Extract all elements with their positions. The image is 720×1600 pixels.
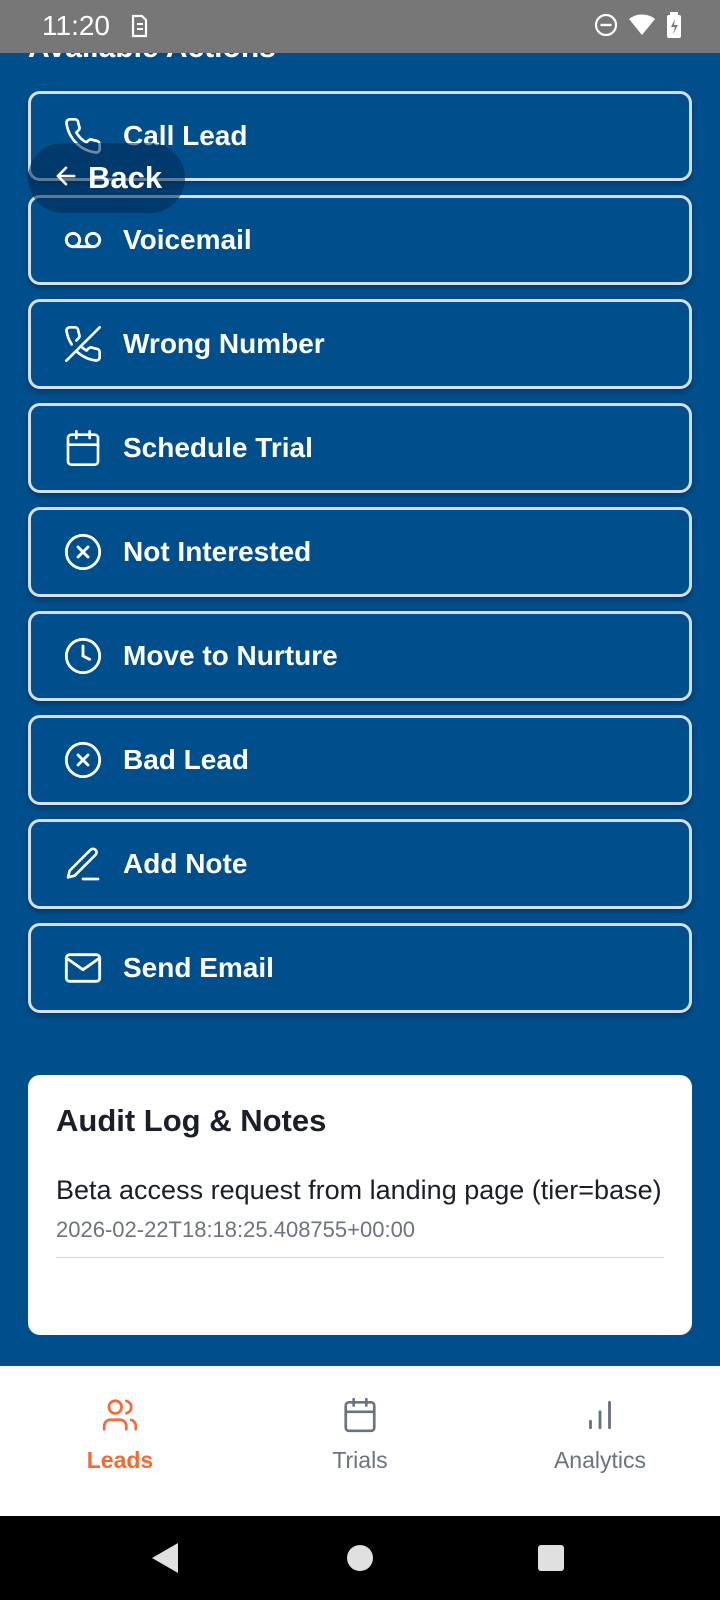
back-label: Back bbox=[88, 160, 163, 195]
back-button[interactable]: Back bbox=[28, 143, 185, 213]
send-email-button[interactable]: Send Email bbox=[28, 923, 692, 1013]
back-triangle-icon[interactable] bbox=[152, 1543, 178, 1573]
phone-off-icon bbox=[61, 322, 105, 366]
status-bar: 11:20 bbox=[0, 0, 720, 53]
schedule-trial-button[interactable]: Schedule Trial bbox=[28, 403, 692, 493]
bad-lead-button[interactable]: Bad Lead bbox=[28, 715, 692, 805]
section-title: Available Actions bbox=[28, 53, 276, 65]
divider bbox=[56, 1257, 664, 1258]
sim-icon bbox=[128, 13, 150, 39]
action-label: Add Note bbox=[123, 848, 248, 879]
home-circle-icon[interactable] bbox=[347, 1545, 373, 1571]
calendar-icon bbox=[61, 426, 105, 470]
add-note-button[interactable]: Add Note bbox=[28, 819, 692, 909]
status-icons bbox=[594, 12, 682, 43]
action-label: Move to Nurture bbox=[123, 640, 338, 671]
action-label: Bad Lead bbox=[123, 744, 250, 775]
bottom-nav: Leads Trials Analytics bbox=[0, 1366, 720, 1516]
dnd-icon bbox=[594, 13, 618, 42]
nav-label: Trials bbox=[332, 1447, 388, 1473]
nav-label: Leads bbox=[86, 1447, 154, 1473]
action-label: Voicemail bbox=[123, 224, 252, 255]
arrow-left-icon bbox=[52, 162, 80, 195]
nav-label: Analytics bbox=[553, 1447, 647, 1473]
calendar-icon bbox=[341, 1396, 379, 1439]
bar-chart-icon bbox=[581, 1396, 619, 1439]
battery-icon bbox=[666, 12, 682, 43]
audit-entry-note: Beta access request from landing page (t… bbox=[56, 1175, 662, 1205]
wifi-icon bbox=[628, 13, 656, 42]
voicemail-icon bbox=[61, 218, 105, 262]
status-time: 11:20 bbox=[42, 10, 110, 41]
action-label: Send Email bbox=[123, 952, 274, 983]
pencil-icon bbox=[61, 842, 105, 886]
recents-square-icon[interactable] bbox=[538, 1545, 564, 1571]
not-interested-button[interactable]: Not Interested bbox=[28, 507, 692, 597]
nav-tab-trials[interactable]: Trials bbox=[240, 1366, 480, 1516]
action-label: Schedule Trial bbox=[123, 432, 313, 463]
lead-detail-content[interactable]: Available Actions Call Lead Voicemail Wr… bbox=[0, 53, 720, 1366]
audit-log-card: Audit Log & Notes Beta access request fr… bbox=[28, 1075, 692, 1335]
action-label: Not Interested bbox=[123, 536, 312, 567]
nav-tab-analytics[interactable]: Analytics bbox=[480, 1366, 720, 1516]
wrong-number-button[interactable]: Wrong Number bbox=[28, 299, 692, 389]
audit-entry-timestamp: 2026-02-22T18:18:25.408755+00:00 bbox=[56, 1217, 416, 1242]
x-circle-icon bbox=[61, 738, 105, 782]
users-icon bbox=[101, 1396, 139, 1439]
audit-title: Audit Log & Notes bbox=[56, 1103, 327, 1138]
system-nav-bar bbox=[0, 1516, 720, 1600]
x-circle-icon bbox=[61, 530, 105, 574]
move-to-nurture-button[interactable]: Move to Nurture bbox=[28, 611, 692, 701]
action-label: Wrong Number bbox=[123, 328, 325, 359]
nav-tab-leads[interactable]: Leads bbox=[0, 1366, 240, 1516]
mail-icon bbox=[61, 946, 105, 990]
clock-icon bbox=[61, 634, 105, 678]
